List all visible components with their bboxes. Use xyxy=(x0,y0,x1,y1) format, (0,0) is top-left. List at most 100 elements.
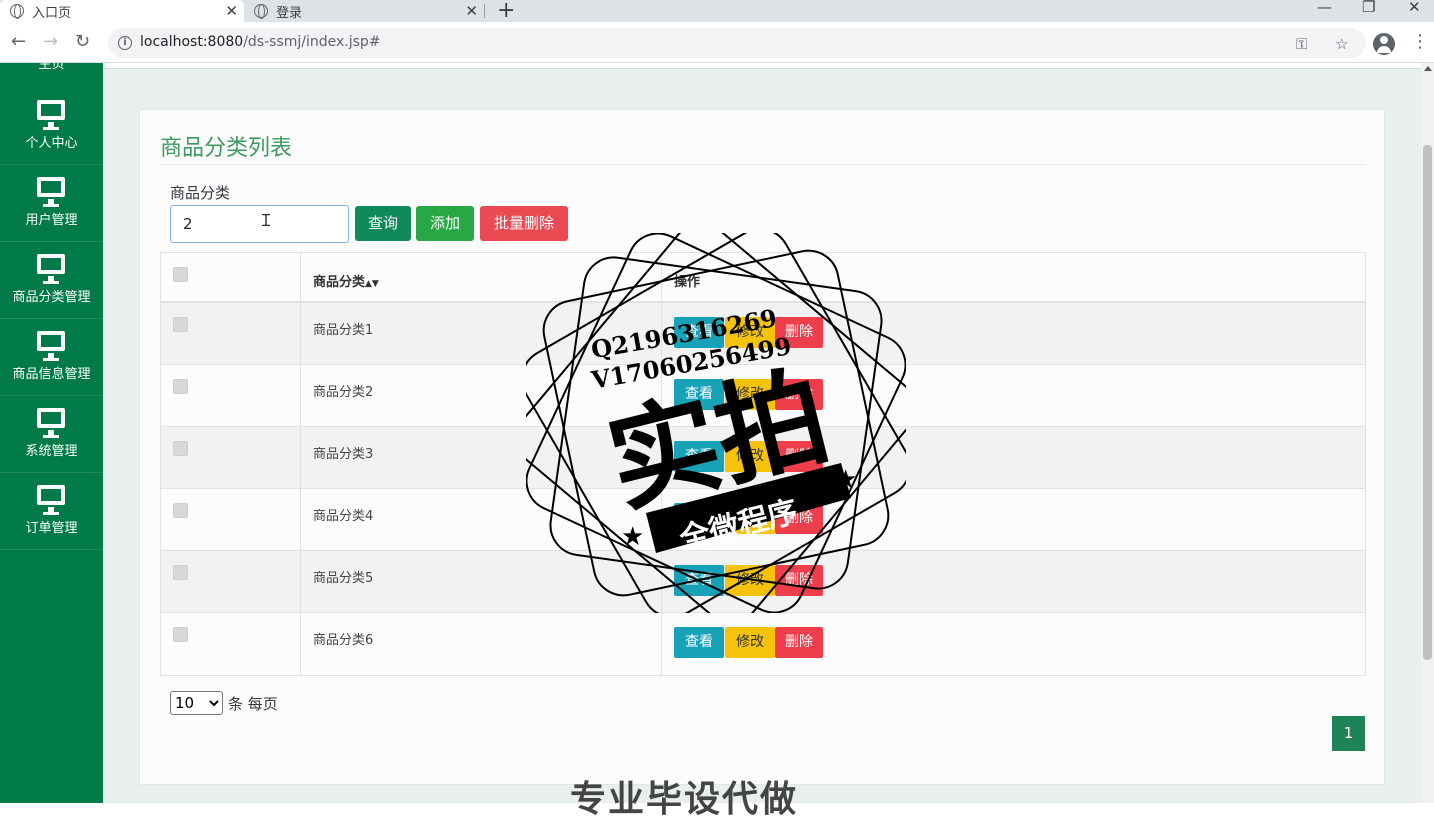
category-name-cell: 商品分类4 xyxy=(313,509,374,524)
select-all-checkbox[interactable] xyxy=(173,267,188,282)
sidebar-item-label: 订单管理 xyxy=(25,521,78,536)
delete-button[interactable]: 删除 xyxy=(775,379,823,410)
row-checkbox[interactable] xyxy=(173,627,188,642)
view-button[interactable]: 查看 xyxy=(674,627,724,658)
view-button[interactable]: 查看 xyxy=(674,317,724,348)
sidebar-item-label: 商品信息管理 xyxy=(12,367,91,382)
tab-separator xyxy=(484,4,485,18)
sidebar-item-home[interactable]: 主页 xyxy=(0,63,103,72)
sidebar-item-personal-center[interactable]: 个人中心 xyxy=(0,88,103,165)
monitor-icon xyxy=(37,254,65,284)
category-filter-label: 商品分类 xyxy=(170,184,231,202)
scrollbar-thumb[interactable] xyxy=(1423,145,1432,660)
view-button[interactable]: 查看 xyxy=(674,441,724,472)
table-row: 商品分类3 查看 修改 删除 xyxy=(161,427,1365,489)
monitor-icon xyxy=(37,485,65,515)
view-button[interactable]: 查看 xyxy=(674,565,724,596)
category-list-card: 商品分类列表 商品分类 Ｉ 查询 添加 批量删除 商品分类▲▼ 操作 商品分类1… xyxy=(139,109,1385,785)
address-bar: ← → ↻ i localhost:8080/ds-ssmj/index.jsp… xyxy=(0,22,1434,63)
monitor-icon xyxy=(37,177,65,207)
delete-button[interactable]: 删除 xyxy=(775,627,823,658)
forward-icon[interactable]: → xyxy=(43,31,58,52)
sidebar-item-system-management[interactable]: 系统管理 xyxy=(0,396,103,473)
watermark-bottom-text: 专业毕设代做 xyxy=(570,779,799,820)
sidebar-item-category-management[interactable]: 商品分类管理 xyxy=(0,242,103,319)
url-host: localhost:8080 xyxy=(140,34,244,50)
edit-button[interactable]: 修改 xyxy=(725,317,775,348)
key-icon[interactable]: ⚿ xyxy=(1296,35,1307,53)
category-name-cell: 商品分类5 xyxy=(313,571,374,586)
globe-icon xyxy=(254,4,268,19)
reload-icon[interactable]: ↻ xyxy=(75,31,90,52)
close-icon[interactable]: ✕ xyxy=(465,2,478,20)
menu-kebab-icon[interactable]: ⋮ xyxy=(1411,31,1429,52)
query-button[interactable]: 查询 xyxy=(355,206,411,241)
profile-avatar-icon[interactable] xyxy=(1373,33,1395,55)
monitor-icon xyxy=(37,331,65,361)
batch-delete-button[interactable]: 批量删除 xyxy=(480,206,568,241)
tab-title: 登录 xyxy=(276,5,303,21)
edit-button[interactable]: 修改 xyxy=(725,627,775,658)
monitor-icon xyxy=(37,100,65,130)
sort-icon[interactable]: ▲▼ xyxy=(365,279,379,289)
sidebar-item-order-management[interactable]: 订单管理 xyxy=(0,473,103,550)
table-row: 商品分类5 查看 修改 删除 xyxy=(161,551,1365,613)
category-name-cell: 商品分类2 xyxy=(313,385,374,400)
category-name-cell: 商品分类6 xyxy=(313,633,374,648)
pagination-page-1[interactable]: 1 xyxy=(1332,716,1365,751)
row-checkbox[interactable] xyxy=(173,379,188,394)
window-close-icon[interactable]: ✕ xyxy=(1408,0,1421,16)
globe-icon xyxy=(10,4,24,19)
sidebar-item-user-management[interactable]: 用户管理 xyxy=(0,165,103,242)
row-checkbox[interactable] xyxy=(173,441,188,456)
category-name-cell: 商品分类3 xyxy=(313,447,374,462)
edit-button[interactable]: 修改 xyxy=(725,379,775,410)
minimize-icon[interactable]: — xyxy=(1317,0,1332,16)
delete-button[interactable]: 删除 xyxy=(775,565,823,596)
browser-tab-bar: 入口页 ✕ 登录 ✕ + — ❐ ✕ xyxy=(0,0,1434,23)
table-row: 商品分类1 查看 修改 删除 xyxy=(161,303,1365,365)
star-icon[interactable]: ☆ xyxy=(1335,35,1348,53)
info-icon[interactable]: i xyxy=(118,36,132,50)
new-tab-icon[interactable]: + xyxy=(497,0,515,23)
delete-button[interactable]: 删除 xyxy=(775,441,823,472)
sidebar-item-label: 个人中心 xyxy=(25,136,78,151)
main-header-strip xyxy=(103,63,1421,69)
category-table: 商品分类▲▼ 操作 商品分类1 查看 修改 删除 商品分类2 查看 修改 删除 商品分类3 查看修… xyxy=(160,252,1366,676)
page-title: 商品分类列表 xyxy=(160,136,293,161)
close-icon[interactable]: ✕ xyxy=(225,2,238,20)
view-button[interactable]: 查看 xyxy=(674,379,724,410)
sidebar-item-product-management[interactable]: 商品信息管理 xyxy=(0,319,103,396)
table-row: 商品分类4 查看 修改 删除 xyxy=(161,489,1365,551)
restore-icon[interactable]: ❐ xyxy=(1362,0,1375,16)
sidebar-item-label: 用户管理 xyxy=(25,213,78,228)
title-divider xyxy=(160,164,1366,165)
monitor-icon xyxy=(37,408,65,438)
sidebar: 主页 个人中心 用户管理 商品分类管理 商品信息管理 系统管理 订单管理 xyxy=(0,63,103,803)
tab-title: 入口页 xyxy=(32,5,72,21)
row-checkbox[interactable] xyxy=(173,317,188,332)
browser-tab-active[interactable]: 入口页 ✕ xyxy=(0,0,244,22)
table-header-row: 商品分类▲▼ 操作 xyxy=(161,253,1365,303)
browser-tab[interactable]: 登录 ✕ xyxy=(244,0,484,22)
edit-button[interactable]: 修改 xyxy=(725,441,775,472)
edit-button[interactable]: 修改 xyxy=(725,503,775,534)
column-header-actions: 操作 xyxy=(674,275,701,290)
row-checkbox[interactable] xyxy=(173,503,188,518)
table-row: 商品分类2 查看 修改 删除 xyxy=(161,365,1365,427)
edit-button[interactable]: 修改 xyxy=(725,565,775,596)
view-button[interactable]: 查看 xyxy=(674,503,724,534)
url-field[interactable]: i localhost:8080/ds-ssmj/index.jsp# ⚿ ☆ xyxy=(108,28,1366,58)
sidebar-item-label: 商品分类管理 xyxy=(12,290,91,305)
delete-button[interactable]: 删除 xyxy=(775,317,823,348)
page-scrollbar[interactable] xyxy=(1421,63,1434,803)
scroll-up-icon[interactable] xyxy=(1424,66,1432,71)
page-size-select[interactable]: 10 xyxy=(170,691,223,715)
add-button[interactable]: 添加 xyxy=(416,206,474,241)
row-checkbox[interactable] xyxy=(173,565,188,580)
delete-button[interactable]: 删除 xyxy=(775,503,823,534)
page-size-label: 条 每页 xyxy=(228,695,278,713)
sidebar-item-label: 系统管理 xyxy=(25,444,78,459)
back-icon[interactable]: ← xyxy=(11,31,26,52)
column-header-category[interactable]: 商品分类▲▼ xyxy=(313,271,379,290)
